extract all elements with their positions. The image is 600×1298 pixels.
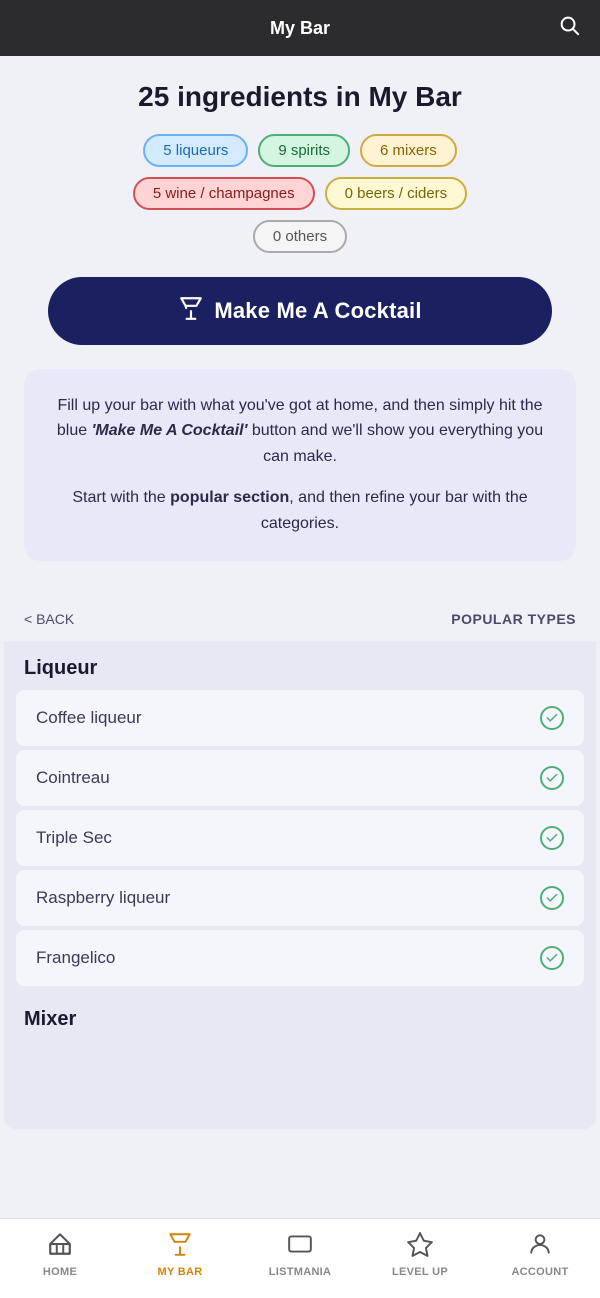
list-item[interactable]: Cointreau [16, 750, 584, 806]
check-icon [540, 766, 564, 790]
main-content: 25 ingredients in My Bar 5 liqueurs 9 sp… [0, 56, 600, 597]
tag-beers[interactable]: 0 beers / ciders [325, 177, 468, 210]
info-box: Fill up your bar with what you've got at… [24, 369, 576, 561]
make-cocktail-button[interactable]: Make Me A Cocktail [48, 277, 552, 345]
nav-levelup[interactable]: LEVEL UP [360, 1231, 480, 1278]
item-name: Triple Sec [36, 828, 112, 848]
tags-row-3: 0 others [253, 220, 347, 253]
cta-label: Make Me A Cocktail [214, 298, 421, 324]
home-icon [47, 1231, 73, 1262]
mybar-icon [167, 1231, 193, 1262]
category-liqueur-header: Liqueur [4, 641, 596, 688]
popular-types-button[interactable]: POPULAR TYPES [451, 611, 576, 627]
tag-others[interactable]: 0 others [253, 220, 347, 253]
cocktail-glass-icon [178, 295, 204, 327]
back-button[interactable]: < BACK [24, 611, 74, 627]
nav-mybar-label: MY BAR [158, 1266, 203, 1278]
nav-listmania-label: LISTMANIA [269, 1266, 332, 1278]
nav-account-label: ACCOUNT [511, 1266, 568, 1278]
account-icon [527, 1231, 553, 1262]
item-name: Frangelico [36, 948, 115, 968]
list-item[interactable]: Coffee liqueur [16, 690, 584, 746]
nav-home[interactable]: HOME [0, 1231, 120, 1278]
app-header: My Bar [0, 0, 600, 56]
levelup-icon [407, 1231, 433, 1262]
tag-mixers[interactable]: 6 mixers [360, 134, 457, 167]
list-section: < BACK POPULAR TYPES Liqueur Coffee liqu… [4, 597, 596, 1129]
nav-mybar[interactable]: MY BAR [120, 1231, 240, 1278]
item-name: Cointreau [36, 768, 110, 788]
search-icon[interactable] [558, 14, 580, 42]
listmania-icon [287, 1231, 313, 1262]
tags-row-2: 5 wine / champagnes 0 beers / ciders [133, 177, 467, 210]
ingredients-title: 25 ingredients in My Bar [20, 80, 580, 114]
category-mixer-header: Mixer [4, 988, 596, 1039]
info-bold-text: 'Make Me A Cocktail' [92, 422, 248, 439]
list-item[interactable]: Triple Sec [16, 810, 584, 866]
bottom-nav: HOME MY BAR LISTMANIA LEVEL UP [0, 1218, 600, 1298]
tag-spirits[interactable]: 9 spirits [258, 134, 350, 167]
nav-home-label: HOME [43, 1266, 77, 1278]
item-name: Raspberry liqueur [36, 888, 170, 908]
check-icon [540, 826, 564, 850]
list-nav: < BACK POPULAR TYPES [4, 597, 596, 641]
list-item[interactable]: Raspberry liqueur [16, 870, 584, 926]
check-icon [540, 706, 564, 730]
info-paragraph-1: Fill up your bar with what you've got at… [44, 393, 556, 470]
tags-container: 5 liqueurs 9 spirits 6 mixers 5 wine / c… [20, 134, 580, 253]
nav-levelup-label: LEVEL UP [392, 1266, 448, 1278]
header-title: My Bar [270, 18, 330, 39]
nav-account[interactable]: ACCOUNT [480, 1231, 600, 1278]
check-icon [540, 946, 564, 970]
check-icon [540, 886, 564, 910]
info-popular-bold: popular section [170, 489, 289, 506]
list-item[interactable]: Frangelico [16, 930, 584, 986]
tag-wine[interactable]: 5 wine / champagnes [133, 177, 315, 210]
item-name: Coffee liqueur [36, 708, 142, 728]
nav-listmania[interactable]: LISTMANIA [240, 1231, 360, 1278]
tag-liqueurs[interactable]: 5 liqueurs [143, 134, 248, 167]
info-paragraph-2: Start with the popular section, and then… [44, 485, 556, 536]
tags-row-1: 5 liqueurs 9 spirits 6 mixers [143, 134, 456, 167]
